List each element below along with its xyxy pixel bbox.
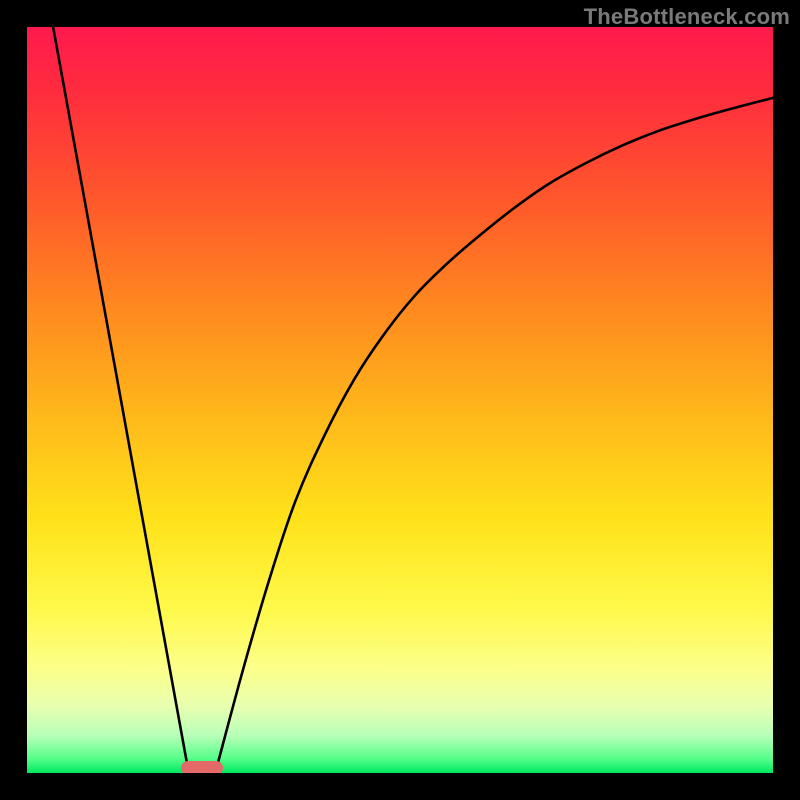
trough-marker	[181, 761, 223, 773]
chart-frame: TheBottleneck.com	[0, 0, 800, 800]
plot-area	[27, 27, 773, 773]
right-curve	[217, 98, 773, 766]
curve-layer	[27, 27, 773, 773]
left-slope	[53, 27, 187, 766]
